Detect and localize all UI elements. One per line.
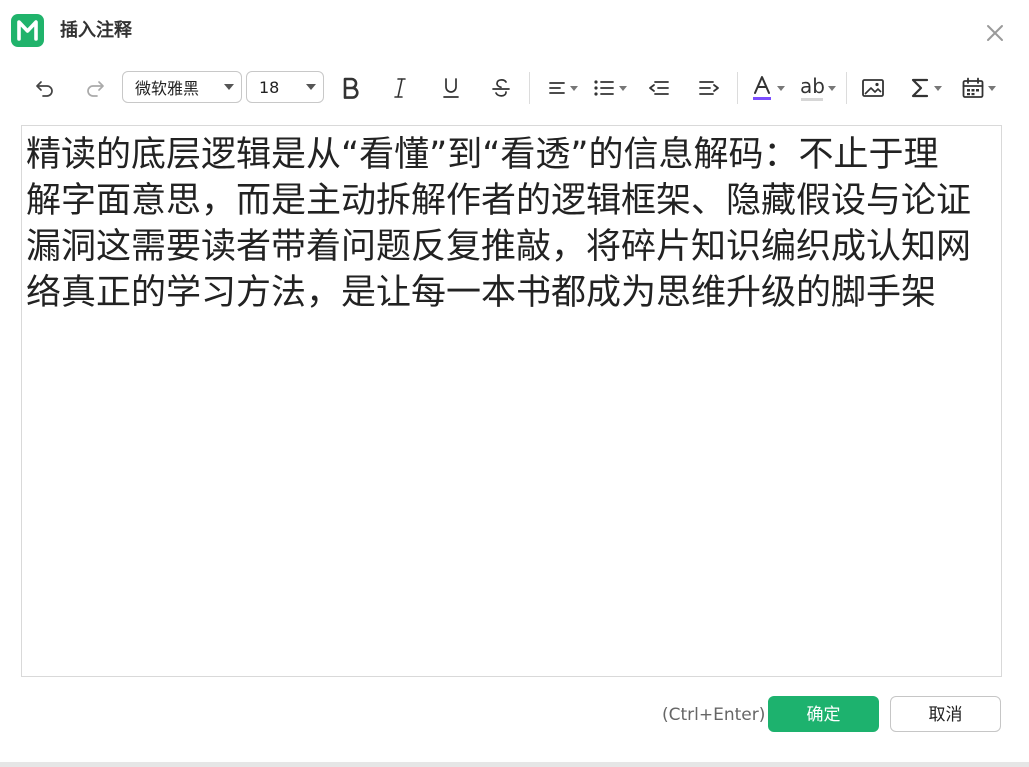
bold-icon[interactable] — [334, 68, 366, 108]
dialog-title: 插入注释 — [60, 20, 132, 41]
calendar-icon[interactable] — [955, 68, 1001, 108]
indent-icon[interactable] — [693, 68, 725, 108]
formatting-toolbar: 微软雅黑 18 ab — [0, 68, 1029, 108]
title-bar: 插入注释 — [0, 0, 1029, 62]
strikethrough-icon[interactable] — [485, 68, 517, 108]
app-logo-icon — [11, 14, 44, 47]
highlight-color-swatch — [801, 98, 824, 101]
font-size-value: 18 — [259, 77, 280, 97]
align-icon[interactable] — [544, 68, 580, 108]
undo-icon[interactable] — [29, 68, 61, 108]
chevron-down-icon — [618, 85, 627, 91]
font-family-value: 微软雅黑 — [135, 79, 200, 98]
window-bottom-border — [0, 762, 1029, 767]
bullet-list-icon[interactable] — [588, 68, 630, 108]
chevron-down-icon — [224, 84, 234, 90]
toolbar-divider — [737, 72, 738, 104]
highlight-label: ab — [800, 74, 825, 98]
comment-text[interactable]: 精读的底层逻辑是从“看懂”到“看透”的信息解码：不止于理解字面意思，而是主动拆解… — [26, 132, 971, 316]
italic-icon[interactable] — [384, 68, 416, 108]
underline-icon[interactable] — [435, 68, 467, 108]
font-family-select[interactable]: 微软雅黑 — [122, 71, 242, 103]
insert-comment-dialog: 插入注释 微软雅黑 18 ab 精读的底层逻辑是从“看懂”到“看透”的信息解码：… — [0, 0, 1029, 767]
toolbar-divider — [846, 72, 847, 104]
font-color-icon[interactable] — [745, 68, 789, 108]
shortcut-hint: (Ctrl+Enter) — [662, 705, 766, 725]
chevron-down-icon — [306, 84, 316, 90]
redo-icon[interactable] — [79, 68, 111, 108]
chevron-down-icon — [569, 85, 578, 91]
close-icon[interactable] — [980, 18, 1010, 48]
highlight-color-button[interactable]: ab — [797, 68, 839, 108]
image-icon[interactable] — [857, 68, 889, 108]
chevron-down-icon — [776, 85, 785, 91]
cancel-button[interactable]: 取消 — [890, 696, 1001, 732]
chevron-down-icon — [827, 85, 836, 91]
outdent-icon[interactable] — [643, 68, 675, 108]
chevron-down-icon — [933, 85, 942, 91]
comment-editor[interactable]: 精读的底层逻辑是从“看懂”到“看透”的信息解码：不止于理解字面意思，而是主动拆解… — [21, 125, 1002, 677]
toolbar-divider — [529, 72, 530, 104]
font-size-select[interactable]: 18 — [246, 71, 324, 103]
confirm-button[interactable]: 确定 — [768, 696, 879, 732]
chevron-down-icon — [987, 85, 996, 91]
formula-icon[interactable] — [904, 68, 946, 108]
